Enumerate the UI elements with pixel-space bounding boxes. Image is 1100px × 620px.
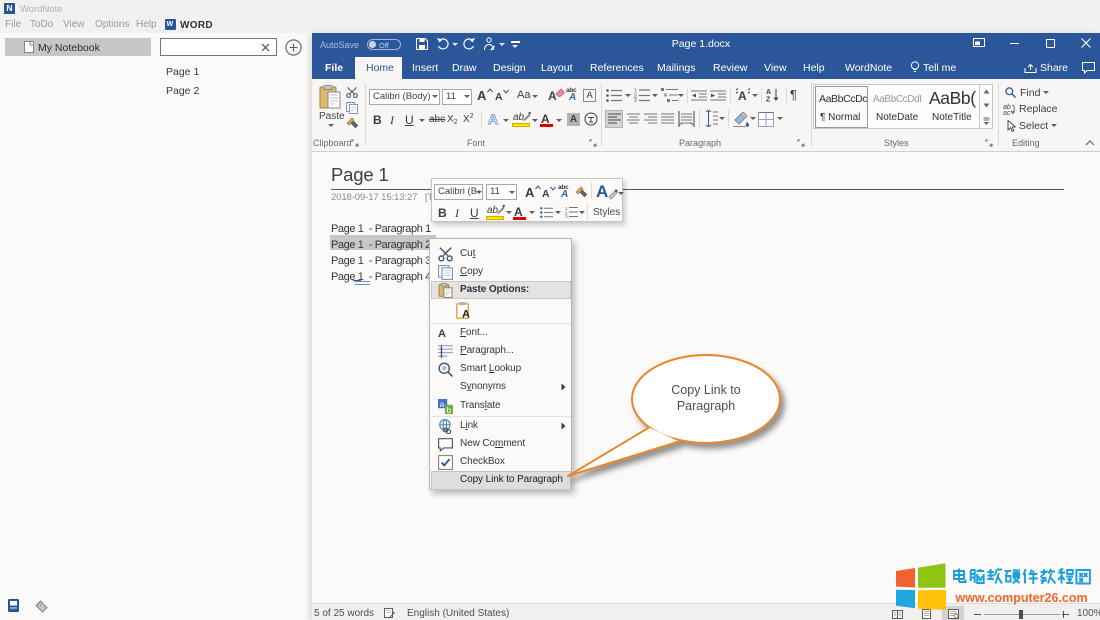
svg-text:Z: Z: [766, 97, 771, 103]
svg-text:b: b: [447, 406, 452, 414]
svg-text:ac: ac: [1003, 110, 1011, 115]
svg-text:a: a: [440, 400, 445, 409]
svg-text:3: 3: [634, 98, 637, 102]
svg-text:A: A: [462, 309, 470, 321]
svg-text:A: A: [738, 89, 747, 102]
svg-text:A: A: [766, 89, 771, 96]
svg-text:3: 3: [565, 215, 568, 219]
